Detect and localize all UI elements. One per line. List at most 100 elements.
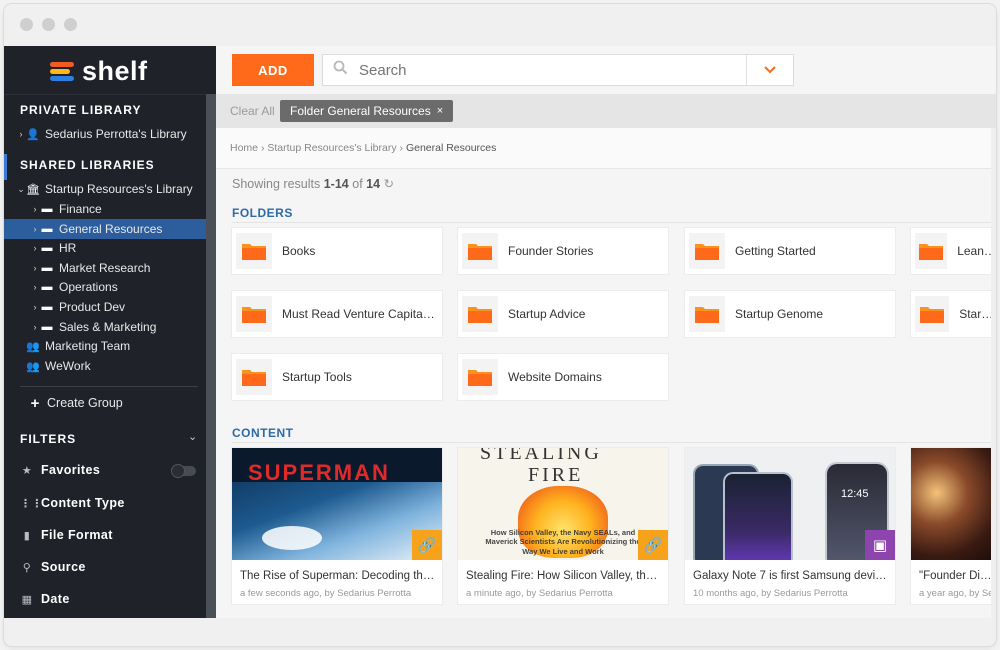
content-meta: a year ago, by Sec — [919, 588, 994, 599]
sidebar: shelf PRIVATE LIBRARY › 👤 Sedarius Perro… — [4, 46, 216, 618]
clear-all-link[interactable]: Clear All — [230, 104, 275, 118]
sidebar-scrollbar[interactable] — [206, 94, 216, 618]
sidebar-item-label: HR — [59, 241, 77, 255]
folder-name: Website Domains — [508, 370, 602, 384]
content-thumbnail: STEALING FIRE How Silicon Valley, the Na… — [458, 448, 668, 560]
filter-favorites[interactable]: ★ Favorites — [20, 463, 100, 477]
logo-mark-icon — [50, 60, 78, 82]
shared-libraries-title: SHARED LIBRARIES — [20, 158, 155, 172]
folder-card[interactable]: Startup Advice — [458, 291, 668, 337]
filter-chip[interactable]: Folder General Resources × — [280, 100, 454, 122]
filter-file-format[interactable]: ▮ File Format — [20, 528, 113, 542]
content-section-title: CONTENT — [232, 426, 294, 440]
toggle-knob — [172, 465, 184, 477]
content-card[interactable]: SUPERMAN 🔗 The Rise of Superman: Decodin… — [232, 448, 442, 604]
filter-label: Favorites — [41, 463, 101, 477]
browser-window: shelf PRIVATE LIBRARY › 👤 Sedarius Perro… — [4, 4, 996, 646]
breadcrumb-bar: Home › Startup Resources's Library › Gen… — [216, 128, 996, 169]
chevron-right-icon: › — [33, 204, 37, 214]
chevron-right-icon: › — [33, 263, 37, 273]
content-meta: a few seconds ago, by Sedarius Perrotta — [240, 588, 412, 599]
filter-date[interactable]: ▦ Date — [20, 592, 70, 606]
sidebar-item-wework[interactable]: 👥 WeWork — [4, 356, 216, 376]
sidebar-item-finance[interactable]: › ▬ Finance — [4, 199, 216, 219]
window-minimize-dot[interactable] — [42, 18, 55, 31]
folder-card[interactable]: Website Domains — [458, 354, 668, 400]
folder-icon — [236, 233, 272, 269]
content-card[interactable]: "Founder Dinne a year ago, by Sec — [911, 448, 996, 604]
window-maximize-dot[interactable] — [64, 18, 77, 31]
close-icon[interactable]: × — [437, 105, 443, 117]
sidebar-item-hr[interactable]: › ▬ HR — [4, 238, 216, 258]
favorites-toggle[interactable] — [172, 465, 196, 477]
folder-name: Founder Stories — [508, 244, 594, 258]
content-title: The Rise of Superman: Decoding the S... — [240, 570, 436, 582]
chevron-down-icon — [764, 66, 776, 74]
filter-content-type[interactable]: ⋮⋮ Content Type — [20, 496, 125, 510]
sidebar-item-market-research[interactable]: › ▬ Market Research — [4, 258, 216, 278]
chevron-down-icon[interactable]: ⌄ — [188, 430, 197, 443]
sidebar-item-operations[interactable]: › ▬ Operations — [4, 277, 216, 297]
sidebar-item-private-library[interactable]: › 👤 Sedarius Perrotta's Library — [4, 124, 216, 144]
shared-section-marker — [4, 154, 7, 180]
chevron-right-icon: › — [19, 129, 23, 139]
filter-chip-label: Folder General Resources — [290, 104, 431, 118]
folder-icon: ▬ — [41, 262, 53, 274]
filter-label: Date — [41, 592, 70, 606]
create-group-label: Create Group — [47, 396, 123, 410]
breadcrumb-separator: › — [260, 142, 265, 154]
create-group-button[interactable]: + Create Group — [4, 393, 216, 413]
filters-title: FILTERS — [20, 432, 77, 446]
filter-source[interactable]: ⚲ Source — [20, 560, 86, 574]
folder-icon: ▬ — [41, 301, 53, 313]
main-scrollbar[interactable] — [991, 128, 996, 618]
sidebar-item-label: Sales & Marketing — [59, 320, 157, 334]
content-thumbnail: 12:45 ▣ — [685, 448, 895, 560]
folder-card[interactable]: Founder Stories — [458, 228, 668, 274]
window-close-dot[interactable] — [20, 18, 33, 31]
content-card[interactable]: 12:45 ▣ Galaxy Note 7 is first Samsung d… — [685, 448, 895, 604]
search-input[interactable] — [357, 60, 741, 80]
results-summary: Showing results 1-14 of 14 ↻ — [232, 176, 394, 191]
breadcrumb-home[interactable]: Home — [230, 142, 258, 154]
sidebar-item-label: Market Research — [59, 261, 151, 275]
window-bottom-bar — [4, 618, 996, 646]
folder-card[interactable]: Getting Started — [685, 228, 895, 274]
folder-card[interactable]: Startup Genome — [685, 291, 895, 337]
folder-card[interactable]: Startup Tools — [232, 354, 442, 400]
link-icon: 🔗 — [412, 530, 442, 560]
folder-card[interactable]: Startup — [911, 291, 996, 337]
sidebar-item-startup-resources[interactable]: ⌄ 🏛 Startup Resources's Library — [4, 179, 216, 199]
folder-icon — [915, 296, 950, 332]
folder-icon — [689, 233, 725, 269]
section-divider — [232, 442, 996, 443]
logo[interactable]: shelf — [50, 56, 148, 86]
chevron-right-icon: › — [33, 224, 37, 234]
sidebar-item-sales-marketing[interactable]: › ▬ Sales & Marketing — [4, 317, 216, 337]
group-icon: 👥 — [26, 360, 40, 373]
breadcrumb-library[interactable]: Startup Resources's Library — [267, 142, 396, 154]
refresh-icon[interactable]: ↻ — [384, 177, 394, 191]
plus-icon: + — [30, 394, 40, 412]
filter-label: Content Type — [41, 496, 125, 510]
folder-icon: ▬ — [41, 223, 53, 235]
folder-icon — [462, 296, 498, 332]
add-button[interactable]: ADD — [232, 54, 314, 86]
sidebar-item-product-dev[interactable]: › ▬ Product Dev — [4, 297, 216, 317]
grid-icon: ⋮⋮ — [20, 497, 43, 510]
folder-name: Must Read Venture Capital ... — [282, 307, 437, 321]
folder-card[interactable]: Lean La — [911, 228, 996, 274]
sidebar-item-label: WeWork — [45, 359, 91, 373]
sidebar-item-marketing-team[interactable]: 👥 Marketing Team — [4, 336, 216, 356]
content-card[interactable]: STEALING FIRE How Silicon Valley, the Na… — [458, 448, 668, 604]
folder-name: Startup Tools — [282, 370, 352, 384]
file-icon: ▮ — [23, 529, 31, 542]
search-box — [322, 54, 794, 86]
main-content: ADD Clear All Folder General Resources × — [216, 46, 996, 618]
sidebar-item-general-resources[interactable]: › ▬ General Resources — [4, 219, 216, 239]
search-dropdown-button[interactable] — [746, 55, 793, 85]
calendar-icon: ▦ — [21, 593, 33, 606]
folder-card[interactable]: Books — [232, 228, 442, 274]
folder-card[interactable]: Must Read Venture Capital ... — [232, 291, 442, 337]
sidebar-item-label: General Resources — [59, 222, 163, 236]
